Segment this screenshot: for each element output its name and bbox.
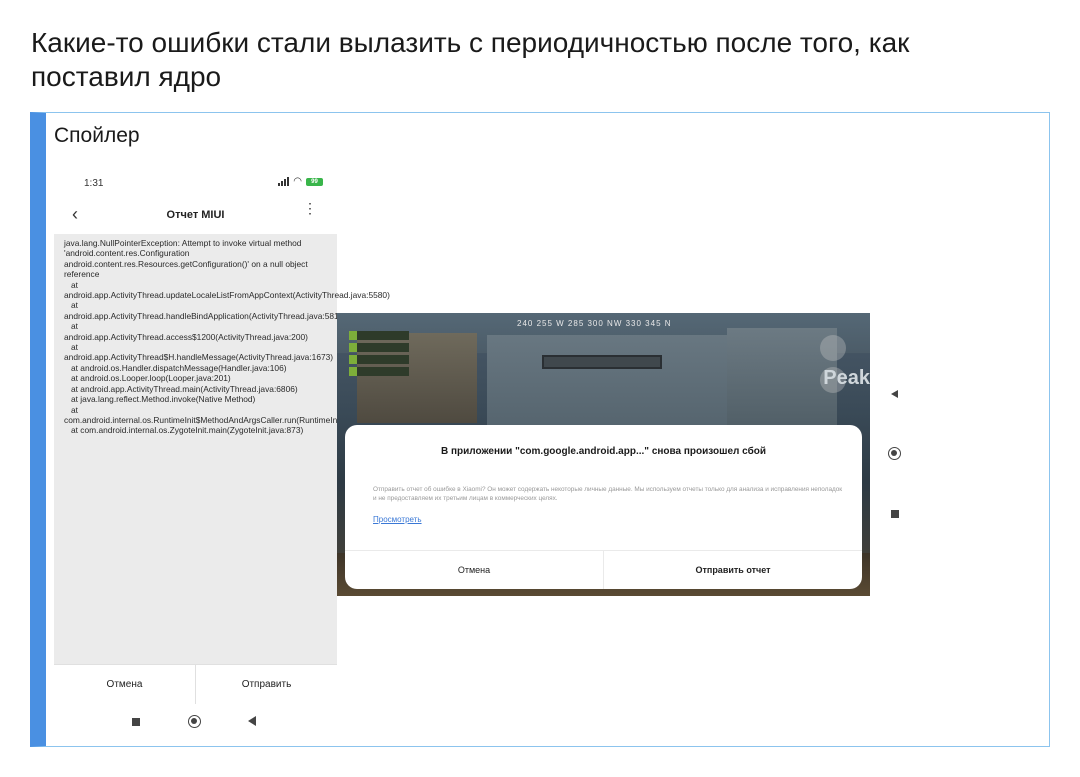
game-wall-slot [542, 355, 662, 369]
nav-back-icon[interactable] [891, 390, 898, 398]
spoiler-label[interactable]: Спойлер [54, 124, 140, 148]
report-actions: Отмена Отправить [54, 664, 337, 704]
send-button[interactable]: Отправить [195, 665, 337, 704]
navigation-bar [54, 711, 337, 733]
game-team-hud [349, 331, 409, 391]
status-time: 1:31 [84, 178, 104, 189]
nav-back-icon[interactable] [248, 716, 256, 726]
game-wall [487, 335, 727, 430]
dialog-send-report-button[interactable]: Отправить отчет [603, 551, 862, 589]
miui-report-screenshot: 1:31 ◠ 99 ‹ Отчет MIUI ⋮ java.lang.NullP… [54, 171, 390, 736]
post-title: Какие-то ошибки стали вылазить с периоди… [31, 27, 910, 92]
dialog-cancel-button[interactable]: Отмена [345, 551, 603, 589]
crash-dialog-body: Отправить отчет об ошибке в Xiaomi? Он м… [373, 486, 843, 502]
wifi-icon: ◠ [293, 176, 302, 187]
game-compass: 240 255 W 285 300 NW 330 345 N [517, 319, 672, 328]
spoiler-block: Спойлер 1:31 ◠ 99 ‹ Отчет MIUI ⋮ java.la… [30, 112, 1050, 747]
nav-recents-icon[interactable] [891, 510, 899, 518]
nav-recents-icon[interactable] [132, 718, 140, 726]
battery-icon: 99 [306, 177, 323, 186]
error-log-text: java.lang.NullPointerException: Attempt … [64, 238, 390, 436]
game-navigation-bar [886, 383, 910, 523]
more-icon[interactable]: ⋮ [303, 201, 317, 215]
error-log: java.lang.NullPointerException: Attempt … [54, 234, 390, 664]
crash-dialog-actions: Отмена Отправить отчет [345, 550, 862, 589]
game-crash-screenshot: 240 255 W 285 300 NW 330 345 N Peak В пр… [337, 313, 870, 596]
cancel-button[interactable]: Отмена [54, 665, 195, 704]
crash-dialog-title: В приложении "com.google.android.app..."… [440, 446, 767, 457]
status-icons: ◠ 99 [278, 176, 323, 187]
nav-home-icon[interactable] [888, 447, 901, 460]
report-title: Отчет MIUI [166, 209, 225, 221]
view-report-link[interactable]: Просмотреть [373, 515, 422, 524]
game-side-text: Peak [823, 367, 870, 389]
crash-dialog: В приложении "com.google.android.app..."… [345, 425, 862, 589]
signal-icon [278, 177, 290, 186]
nav-home-icon[interactable] [188, 715, 201, 728]
